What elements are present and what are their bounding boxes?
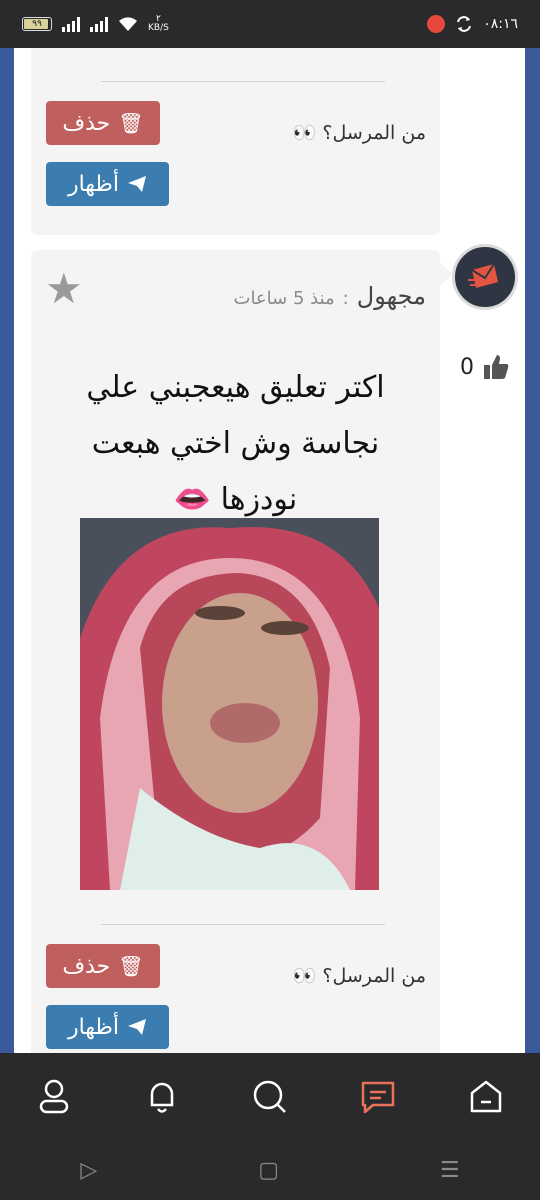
signal-icon [62,16,80,32]
thumbs-up-icon[interactable] [482,353,510,381]
side-border-left [0,48,14,1053]
wifi-icon [119,17,137,31]
sync-icon [457,16,472,32]
show-button[interactable]: أظهار [46,162,169,206]
message-text: اكتر تعليق هيعجبني علي نجاسة وش اختي هبع… [86,370,385,517]
app-notification-icon [427,15,446,33]
bottom-nav [0,1053,540,1140]
trash-icon: 🗑 [118,111,144,135]
avatar[interactable] [452,244,518,310]
author-name: مجهول [356,282,426,310]
divider [101,924,385,925]
attached-photo[interactable] [80,518,379,890]
messages-icon[interactable] [353,1072,403,1122]
signal-icon-2 [90,16,108,32]
side-border-right [525,48,540,1053]
send-icon [128,176,147,192]
message-card-previous: من المرسل؟ 👀 حذف 🗑 أظهار [31,48,440,235]
home-square-icon[interactable]: ▢ [258,1158,279,1183]
star-icon[interactable]: ★ [45,268,83,310]
envelope-icon [468,263,498,288]
home-icon[interactable] [461,1072,511,1122]
clock: ٠٨:١٦ [483,16,518,32]
search-icon[interactable] [245,1072,295,1122]
delete-button[interactable]: حذف 🗑 [46,101,160,145]
bell-icon[interactable] [137,1072,187,1122]
divider [101,81,385,82]
battery-icon: ٩٩ [22,17,52,31]
status-bar: ٩٩ ٢ KB/S ٠٨:١٦ [0,0,540,48]
delete-button[interactable]: حذف 🗑 [46,944,160,988]
sender-label: من المرسل؟ 👀 [292,122,426,144]
send-icon [128,1019,147,1035]
show-button[interactable]: أظهار [46,1005,169,1049]
menu-icon[interactable]: ☰ [440,1158,460,1183]
system-nav: ▷ ▢ ☰ [0,1140,540,1200]
trash-icon: 🗑 [118,954,144,978]
like-count: 0 [460,354,474,380]
net-speed: ٢ KB/S [148,14,169,33]
like-box[interactable]: 0 [460,353,510,381]
sender-label: من المرسل؟ 👀 [292,965,426,987]
author-line: مجهول : منذ 5 ساعات [234,282,427,310]
profile-icon[interactable] [29,1072,79,1122]
post-time: منذ 5 ساعات [233,288,335,309]
back-icon[interactable]: ▷ [80,1158,97,1183]
messages-feed[interactable]: من المرسل؟ 👀 حذف 🗑 أظهار ★ مجهول : منذ 5… [14,48,525,1053]
message-card: ★ مجهول : منذ 5 ساعات اكتر تعليق هيعجبني… [31,250,452,1053]
separator: : [342,288,349,309]
